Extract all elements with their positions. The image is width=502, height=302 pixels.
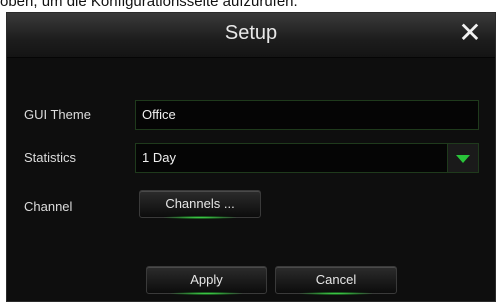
statistics-label: Statistics (24, 150, 77, 165)
setup-dialog: Setup ✕ GUI Theme Office Statistics 1 Da… (6, 12, 496, 302)
statistics-select[interactable]: 1 Day (135, 143, 479, 173)
channel-label: Channel (24, 199, 73, 214)
dropdown-button[interactable] (447, 144, 478, 172)
close-icon[interactable]: ✕ (455, 18, 485, 48)
statistics-value: 1 Day (142, 150, 176, 165)
gui-theme-label: GUI Theme (24, 107, 91, 122)
dialog-title: Setup (224, 22, 278, 44)
channels-button[interactable]: Channels ... (139, 190, 261, 219)
cancel-button[interactable]: Cancel (275, 266, 397, 295)
title-bar: Setup ✕ (7, 13, 495, 58)
gui-theme-field[interactable]: Office (135, 100, 479, 130)
caption-text: oben, um die Konfigurationsseite aufzuru… (0, 0, 298, 10)
apply-button[interactable]: Apply (146, 266, 267, 295)
gui-theme-value: Office (142, 107, 176, 122)
chevron-down-icon (456, 155, 470, 163)
